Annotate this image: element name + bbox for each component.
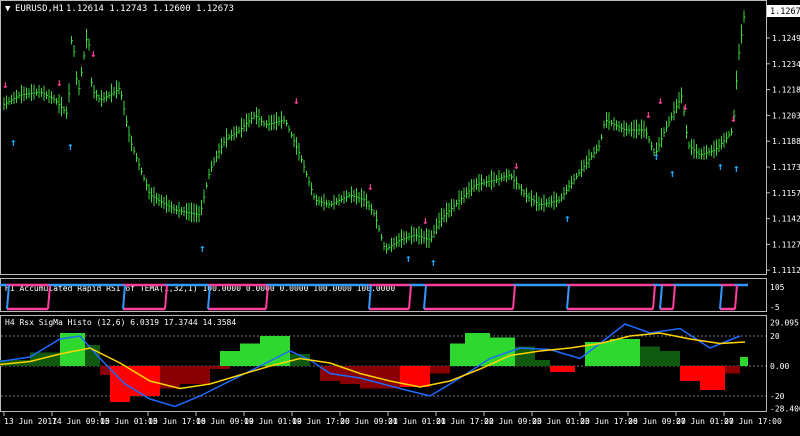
- up-arrow-icon: ↑: [733, 162, 740, 175]
- signal-arrows: ↓ ↓ ↓ ↓ ↓ ↓ ↓ ↓ ↓ ↓ ↓ ↑ ↑ ↑ ↑ ↑ ↑ ↑ ↑ ↑ ↑: [2, 47, 740, 269]
- histo-axis-label: 0.00: [770, 362, 789, 371]
- histo-bar-down: [360, 366, 400, 389]
- price-axis: 1.12494 1.12344 1.12189 1.12039 1.11884 1.117…: [766, 34, 800, 275]
- price-tick-label: 1.11279: [772, 240, 800, 249]
- up-arrow-icon: ↑: [669, 167, 676, 180]
- rsi-transition: [566, 284, 570, 310]
- histo-bar-up: [450, 343, 465, 366]
- histo-bar-up: [220, 351, 240, 366]
- price-tick-label: 1.12189: [772, 86, 800, 95]
- histo-bar-up: [535, 360, 550, 366]
- rsi-transition: [408, 284, 412, 310]
- price-tick-label: 1.12344: [772, 60, 800, 69]
- price-tick-label: 1.12039: [772, 111, 800, 120]
- histo-bar-down: [210, 366, 230, 369]
- down-arrow-icon: ↓: [513, 159, 520, 172]
- rsi-transition: [652, 284, 656, 310]
- dropdown-triangle[interactable]: ▼: [5, 4, 11, 14]
- up-arrow-icon: ↑: [405, 252, 412, 265]
- down-arrow-icon: ↓: [367, 180, 374, 193]
- histo-bar-up: [610, 339, 640, 366]
- histo-bars: [0, 333, 748, 402]
- histo-axis-label: -20: [770, 392, 785, 401]
- down-arrow-icon: ↓: [293, 94, 300, 107]
- price-tick-label: 1.11884: [772, 137, 800, 146]
- rsi-transition: [512, 284, 516, 310]
- rsi-axis-bottom: -5: [770, 303, 780, 312]
- rsi-transition: [719, 284, 723, 310]
- up-arrow-icon: ↑: [717, 160, 724, 173]
- main-header: ▼ EURUSD,H1 1.12614 1.12743 1.12600 1.12…: [5, 4, 234, 14]
- rsi-transition: [672, 284, 676, 310]
- time-axis: 13 Jun 201714 Jun 09:0015 Jun 01:0015 Ju…: [3, 412, 782, 426]
- ohlc-readout: 1.12614 1.12743 1.12600 1.12673: [66, 4, 234, 14]
- histo-axis-label: -28.4004: [770, 405, 800, 414]
- histo-bar-down: [160, 366, 180, 389]
- histo-bar-up: [660, 351, 680, 366]
- main-window-frame: [0, 0, 767, 275]
- histo-bar-up: [640, 346, 660, 366]
- down-arrow-icon: ↓: [682, 100, 689, 113]
- price-tick-label: 1.11579: [772, 189, 800, 198]
- histo-bar-down: [700, 366, 725, 390]
- down-arrow-icon: ↓: [56, 76, 63, 89]
- histo-bar-down: [680, 366, 700, 381]
- histo-bar-down: [130, 366, 160, 396]
- price-bars: [3, 10, 746, 254]
- histo-bar-up: [240, 343, 260, 366]
- up-arrow-icon: ↑: [67, 140, 74, 153]
- histo-bar-down: [180, 366, 210, 384]
- up-arrow-icon: ↑: [10, 136, 17, 149]
- rsi-axis-top: 105: [770, 283, 785, 292]
- rsi-transition: [734, 284, 738, 310]
- histo-axis-label: 29.095: [770, 318, 799, 327]
- terminal-chart: ↓ ↓ ↓ ↓ ↓ ↓ ↓ ↓ ↓ ↓ ↓ ↑ ↑ ↑ ↑ ↑ ↑ ↑ ↑ ↑ ↑ ▼ EURUSD,H1 1.1261…: [0, 0, 800, 426]
- current-price-label: 1.12673: [770, 7, 800, 17]
- histo-bar-up: [740, 357, 748, 366]
- histo-title: H4 Rsx SigMa Histo (12,6) 6.0319 17.3744…: [5, 318, 236, 327]
- down-arrow-icon: ↓: [730, 112, 737, 125]
- up-arrow-icon: ↑: [653, 150, 660, 163]
- rsi-transition: [423, 284, 427, 310]
- down-arrow-icon: ↓: [657, 94, 664, 107]
- symbol-title: EURUSD,H1: [15, 4, 64, 14]
- up-arrow-icon: ↑: [430, 256, 437, 269]
- down-arrow-icon: ↓: [422, 214, 429, 227]
- time-tick-label: 27 Jun 17:00: [724, 417, 782, 426]
- price-tick-label: 1.11429: [772, 215, 800, 224]
- up-arrow-icon: ↑: [564, 212, 571, 225]
- histo-bar-down: [430, 366, 450, 374]
- histo-bar-down: [550, 366, 575, 372]
- histo-axis-label: 20: [770, 332, 780, 341]
- time-tick-label: 13 Jun 2017: [4, 417, 57, 426]
- histo-axis: 29.095 20 0.00 -20 -28.4004: [770, 318, 800, 413]
- up-arrow-icon: ↑: [199, 242, 206, 255]
- rsi-transition: [659, 284, 663, 310]
- price-tick-label: 1.11124: [772, 266, 800, 275]
- price-tick-label: 1.11734: [772, 163, 800, 172]
- down-arrow-icon: ↓: [2, 78, 9, 91]
- down-arrow-icon: ↓: [645, 108, 652, 121]
- price-tick-label: 1.12494: [772, 34, 800, 43]
- down-arrow-icon: ↓: [90, 47, 97, 60]
- histo-bar-down: [725, 366, 740, 374]
